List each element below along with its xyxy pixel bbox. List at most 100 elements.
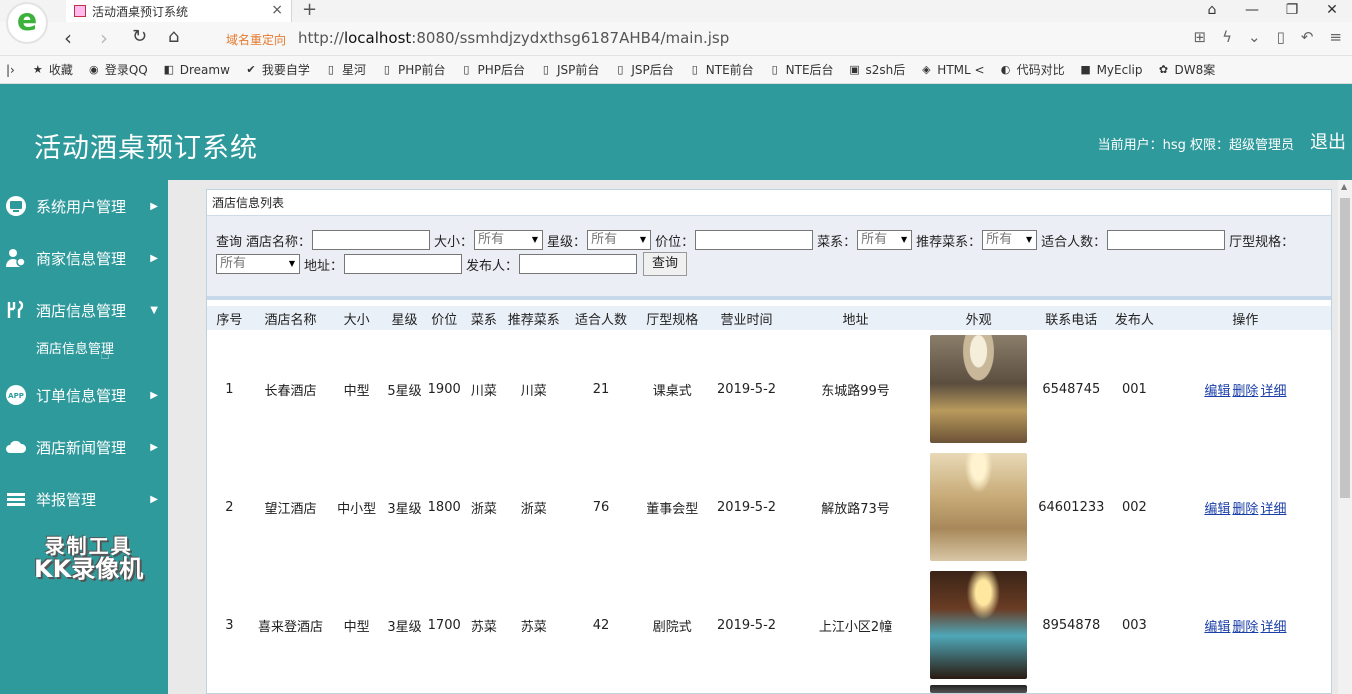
cell-hall: 课桌式 [652, 383, 692, 399]
bookmark-item[interactable]: ◧ Dreamw [162, 63, 230, 77]
menu-icon[interactable]: ≡ [1329, 28, 1342, 46]
bookmark-item[interactable]: ▯ JSP后台 [613, 61, 673, 78]
address-bar-tools: ⊞ ϟ ⌄ ▯ ↶ ≡ [1194, 28, 1342, 46]
scrollbar-thumb[interactable] [1340, 198, 1350, 498]
reader-icon[interactable]: ▯ [1277, 28, 1285, 46]
column-header: 发布人 [1108, 306, 1160, 330]
page-icon: ▯ [542, 62, 549, 76]
refresh-icon[interactable]: ↻ [132, 26, 147, 47]
detail-link[interactable]: 详细 [1260, 384, 1286, 399]
delete-link[interactable]: 删除 [1232, 502, 1258, 517]
bookmark-item[interactable]: ▯ PHP后台 [459, 61, 525, 78]
app-icon: APP [4, 383, 28, 407]
lightning-icon[interactable]: ϟ [1222, 28, 1232, 46]
price-input[interactable] [695, 230, 814, 250]
bookmark-item[interactable]: ■ MyEclip [1079, 63, 1142, 77]
search-button[interactable]: 查询 [643, 252, 688, 276]
sidebar-item-label: 举报管理 [36, 490, 97, 509]
sidebar-item-merchants[interactable]: 商家信息管理 ▶ [0, 243, 168, 273]
hall-type-select[interactable]: 所有 [216, 254, 300, 274]
edit-link[interactable]: 编辑 [1204, 384, 1230, 399]
address-input[interactable] [344, 254, 463, 274]
delete-link[interactable]: 删除 [1232, 384, 1258, 399]
hotel-list-panel: 酒店信息列表 查询 酒店名称： 大小： 所有 星级： 所有 价位： 菜系： 所有… [206, 189, 1332, 694]
edit-link[interactable]: 编辑 [1204, 502, 1230, 517]
publisher-input[interactable] [519, 254, 638, 274]
bookmark-item[interactable]: ★ 收藏 [31, 61, 73, 78]
chevron-down-icon[interactable]: ⌄ [1248, 28, 1261, 46]
sidebar-item-hotels[interactable]: 酒店信息管理 ▼ [0, 295, 168, 325]
recommended-cuisine-select[interactable]: 所有 [982, 230, 1038, 250]
cell-star: 5星级 [387, 383, 422, 399]
cell-name: 喜来登酒店 [257, 619, 323, 635]
window-maximize-icon[interactable]: ❐ [1272, 0, 1312, 22]
bookmark-label: JSP前台 [556, 63, 600, 77]
recommended-cuisine-label: 推荐菜系： [916, 234, 982, 250]
hotel-photo[interactable] [930, 335, 1028, 443]
bookmark-item[interactable]: ▯ NTE后台 [768, 61, 834, 78]
sidebar-item-system-users[interactable]: 系统用户管理 ▶ [0, 191, 168, 221]
bookmark-item[interactable]: ✔ 我要自学 [244, 61, 310, 78]
address-label: 地址： [304, 258, 344, 274]
bookmark-item[interactable]: ▯ PHP前台 [380, 61, 446, 78]
grid-icon[interactable]: ⊞ [1194, 28, 1207, 46]
home-icon[interactable]: ⌂ [168, 26, 179, 47]
window-minimize-icon[interactable]: — [1232, 0, 1272, 22]
detail-link[interactable]: 详细 [1260, 620, 1286, 635]
table-cell [706, 684, 787, 694]
cell-appearance [924, 330, 1034, 448]
bookmark-list: ★ 收藏 ◉ 登录QQ ◧ Dreamw ✔ 我要自学 ▯ 星河 ▯ PHP前台 ▯ PHP后台 ▯ JSP前… [31, 61, 1229, 78]
image-icon: ▣ [849, 62, 860, 76]
cuisine-select[interactable]: 所有 [857, 230, 913, 250]
scroll-up-icon[interactable]: ▲ [1341, 182, 1347, 191]
hotel-photo[interactable] [930, 571, 1028, 679]
table-cell [924, 684, 1034, 694]
bookmark-item[interactable]: ◉ 登录QQ [87, 61, 148, 78]
bookmark-item[interactable]: ✿ DW8案 [1157, 61, 1215, 78]
sidebar-item-orders[interactable]: APP 订单信息管理 ▶ [0, 380, 168, 410]
window-close-icon[interactable]: ✕ [1312, 0, 1352, 22]
column-header: 联系电话 [1033, 306, 1109, 330]
column-header: 营业时间 [705, 306, 788, 330]
column-header: 地址 [787, 306, 924, 330]
bookmark-item[interactable]: ▣ s2sh后 [848, 61, 905, 78]
undo-icon[interactable]: ↶ [1301, 28, 1314, 46]
page-icon: ▯ [383, 62, 390, 76]
cell-size: 中小型 [337, 501, 377, 517]
bookmark-item[interactable]: ▯ 星河 [324, 61, 366, 78]
table-row [207, 684, 1331, 694]
tab-close-icon[interactable]: × [271, 2, 283, 18]
browser-logo-letter: e [16, 3, 38, 38]
column-header: 星级 [384, 306, 425, 330]
forward-icon[interactable]: › [100, 26, 108, 50]
page-scrollbar[interactable]: ▲ [1338, 180, 1352, 694]
detail-link[interactable]: 详细 [1260, 502, 1286, 517]
page-icon: ▯ [327, 62, 334, 76]
hotel-photo[interactable] [930, 453, 1028, 561]
cell-name: 长春酒店 [264, 383, 317, 399]
cell-star: 3星级 [387, 619, 422, 635]
star-select[interactable]: 所有 [587, 230, 652, 250]
new-tab-icon[interactable]: + [302, 0, 317, 20]
back-icon[interactable]: ‹ [64, 26, 72, 50]
logout-link[interactable]: 退出 [1310, 128, 1346, 154]
hotel-name-input[interactable] [312, 230, 431, 250]
size-select[interactable]: 所有 [474, 230, 544, 250]
browser-tab[interactable]: 活动酒桌预订系统 × [66, 0, 292, 22]
bookmark-label: 代码对比 [1016, 63, 1065, 77]
window-skin-icon[interactable]: ⌂ [1192, 0, 1232, 22]
bookmark-item[interactable]: ▯ NTE前台 [688, 61, 754, 78]
edit-link[interactable]: 编辑 [1204, 620, 1230, 635]
capacity-input[interactable] [1107, 230, 1226, 250]
bookmark-item[interactable]: ▯ JSP前台 [539, 61, 599, 78]
sidebar-item-reports[interactable]: 举报管理 ▶ [0, 484, 168, 514]
browser-logo-icon: e [6, 2, 48, 44]
price-label: 价位： [655, 234, 695, 250]
sidebar-toggle-icon[interactable]: |› [6, 63, 15, 77]
bookmark-item[interactable]: ◈ HTML < [919, 63, 985, 77]
url-field[interactable]: http://localhost:8080/ssmhdjzydxthsg6187… [298, 29, 729, 47]
bookmark-item[interactable]: ◐ 代码对比 [999, 61, 1065, 78]
sidebar-item-news[interactable]: 酒店新闻管理 ▶ [0, 432, 168, 462]
delete-link[interactable]: 删除 [1232, 620, 1258, 635]
hotel-photo[interactable] [930, 685, 1028, 693]
